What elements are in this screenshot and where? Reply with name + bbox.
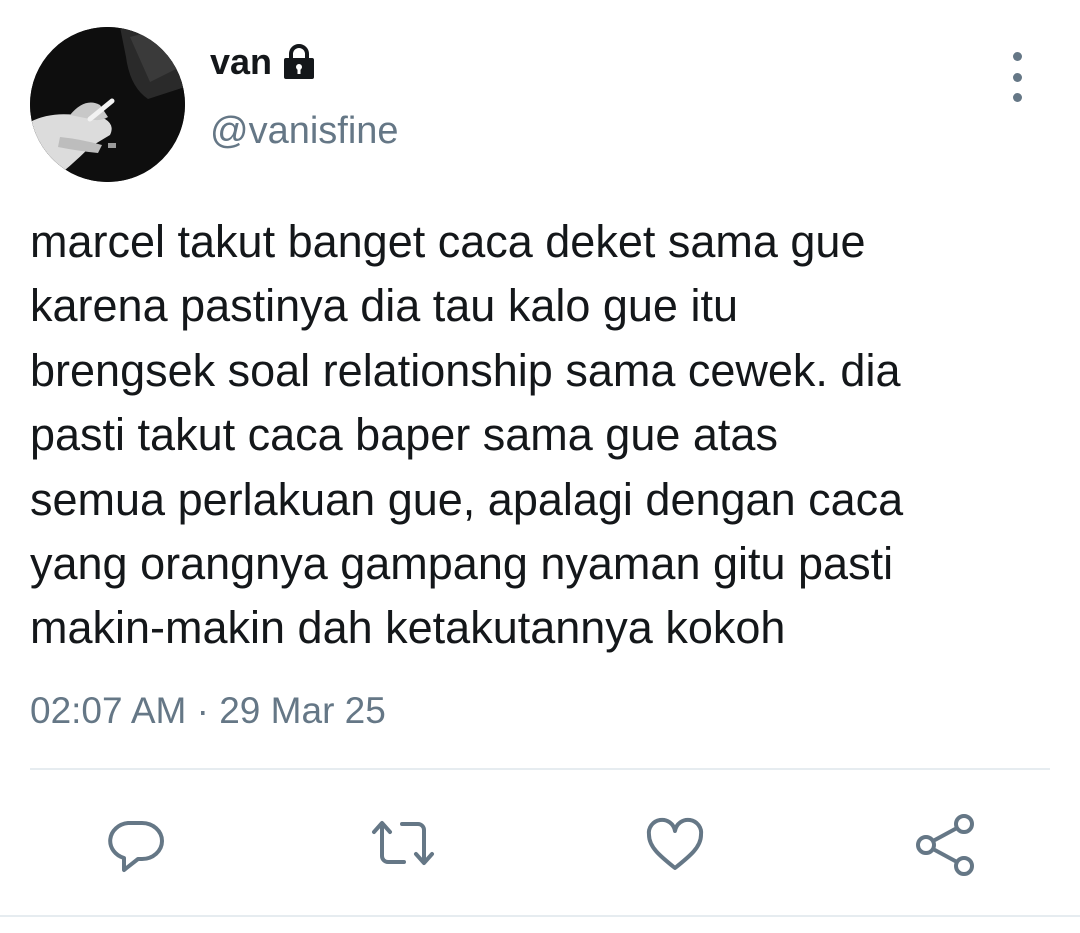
more-vertical-icon[interactable]	[1000, 52, 1034, 102]
avatar[interactable]	[30, 27, 185, 182]
lock-icon	[282, 44, 316, 80]
like-button[interactable]	[640, 810, 710, 880]
tweet-date: 29 Mar 25	[219, 690, 386, 731]
divider	[30, 768, 1050, 770]
timestamp-separator: ·	[196, 690, 209, 731]
display-name[interactable]: van	[210, 40, 272, 84]
reply-icon	[108, 821, 164, 872]
share-button[interactable]	[910, 810, 980, 880]
tweet-time: 02:07 AM	[30, 690, 187, 731]
reply-button[interactable]	[100, 810, 170, 880]
retweet-button[interactable]	[368, 810, 438, 880]
heart-icon	[646, 817, 704, 870]
author-name-row: van	[210, 40, 316, 84]
user-handle[interactable]: @vanisfine	[210, 108, 399, 154]
share-icon	[916, 814, 974, 876]
retweet-icon	[372, 821, 434, 865]
bottom-divider	[0, 915, 1080, 917]
avatar-image	[30, 27, 185, 182]
tweet-timestamp: 02:07 AM · 29 Mar 25	[30, 688, 386, 734]
tweet-text: marcel takut banget caca deket sama gue …	[30, 216, 904, 654]
